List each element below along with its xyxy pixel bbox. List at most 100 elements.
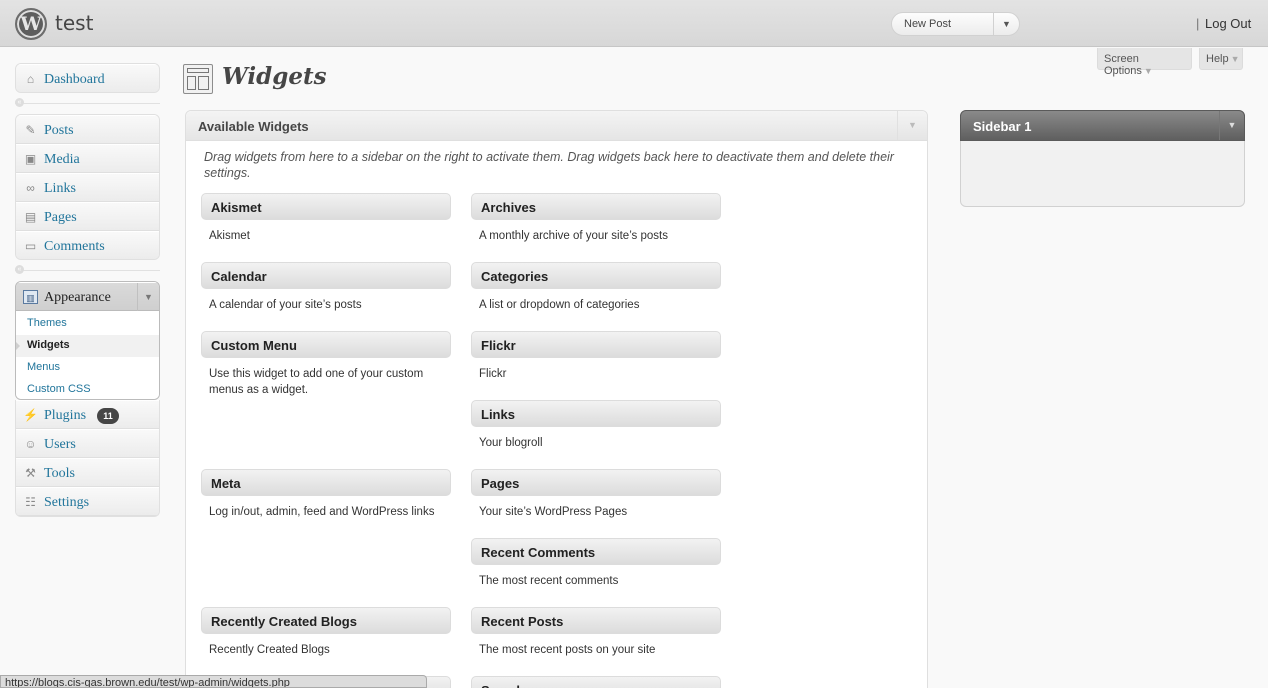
widget-title[interactable]: Calendar [201, 262, 451, 289]
widget-archives[interactable]: Archives A monthly archive of your site’… [471, 193, 721, 244]
menu-item-comments[interactable]: ▭ Comments [16, 231, 159, 259]
arrow-down-icon[interactable]: ▼ [137, 283, 159, 311]
sidebar-1-header[interactable]: Sidebar 1 ▼ [960, 110, 1245, 141]
menu-item-label: Plugins [44, 408, 87, 423]
menu-item-settings[interactable]: ☷ Settings [16, 487, 159, 516]
widget-recent-comments[interactable]: Recent Comments The most recent comments [471, 538, 721, 589]
widget-description: Your blogroll [479, 437, 543, 449]
menu-item-links[interactable]: ∞ Links [16, 173, 159, 202]
widget-flickr[interactable]: Flickr Flickr [471, 331, 721, 382]
plug-icon: ⚡ [23, 408, 38, 422]
menu-item-label: Appearance [44, 290, 111, 305]
tools-icon: ⚒ [25, 466, 36, 480]
submenu-item-themes[interactable]: Themes [16, 313, 159, 335]
submenu-item-menus[interactable]: Menus [16, 357, 159, 379]
appearance-icon: ▥ [23, 290, 38, 304]
submenu-item-custom-css[interactable]: Custom CSS [16, 379, 159, 399]
page-title: Widgets [222, 63, 327, 90]
link-icon: ∞ [26, 181, 35, 195]
widget-description: A list or dropdown of categories [479, 299, 640, 311]
widget-description: Akismet [209, 230, 250, 242]
widget-description: Use this widget to add one of your custo… [209, 368, 424, 396]
favorite-actions-dropdown[interactable]: New Post ▼ [891, 12, 1020, 36]
menu-group-content: ✎ Posts ▣ Media ∞ Links ▤ Pages ▭ Commen… [15, 114, 160, 260]
widget-description: Recently Created Blogs [209, 644, 330, 656]
media-icon: ▣ [24, 152, 37, 166]
available-widgets-panel: Available Widgets ▼ Drag widgets from he… [185, 110, 928, 688]
menu-item-appearance[interactable]: ▥ Appearance ▼ [16, 282, 159, 311]
widget-title[interactable]: Custom Menu [201, 331, 451, 358]
site-title[interactable]: test [55, 11, 93, 35]
collapse-arrow-icon[interactable]: « [15, 265, 24, 274]
menu-item-label: Settings [44, 495, 90, 510]
widget-custom-menu[interactable]: Custom Menu Use this widget to add one o… [201, 331, 451, 398]
arrow-down-icon: ▼ [1143, 66, 1153, 76]
widget-title[interactable]: Flickr [471, 331, 721, 358]
pages-icon: ▤ [24, 210, 37, 224]
settings-icon: ☷ [25, 495, 36, 509]
menu-item-label: Tools [44, 466, 75, 481]
menu-item-label: Links [44, 181, 76, 196]
widget-description: Your site’s WordPress Pages [479, 506, 628, 518]
sidebar-1-dropzone[interactable]: Sidebar 1 ▼ [960, 110, 1245, 207]
menu-group-dashboard: ⌂ Dashboard [15, 63, 160, 93]
widget-title[interactable]: Links [471, 400, 721, 427]
widget-title[interactable]: Recent Comments [471, 538, 721, 565]
widget-akismet[interactable]: Akismet Akismet [201, 193, 451, 244]
menu-item-plugins[interactable]: ⚡ Plugins 11 [16, 400, 159, 429]
widget-title[interactable]: Search [471, 676, 721, 688]
menu-item-posts[interactable]: ✎ Posts [16, 115, 159, 144]
widget-title[interactable]: Pages [471, 469, 721, 496]
widget-description: The most recent posts on your site [479, 644, 656, 656]
collapse-arrow-icon[interactable]: « [15, 98, 24, 107]
menu-item-users[interactable]: ☺ Users [16, 429, 159, 458]
widget-categories[interactable]: Categories A list or dropdown of categor… [471, 262, 721, 313]
widget-description: A monthly archive of your site’s posts [479, 230, 668, 242]
arrow-down-icon: ▼ [1230, 54, 1240, 64]
widget-meta[interactable]: Meta Log in/out, admin, feed and WordPre… [201, 469, 451, 520]
widget-title[interactable]: Archives [471, 193, 721, 220]
widget-search[interactable]: Search [471, 676, 721, 688]
widget-links[interactable]: Links Your blogroll [471, 400, 721, 451]
menu-item-label: Posts [44, 123, 74, 138]
widget-description: Flickr [479, 368, 507, 380]
wordpress-logo-icon[interactable]: W [15, 8, 47, 40]
widget-recent-posts[interactable]: Recent Posts The most recent posts on yo… [471, 607, 721, 658]
widget-pages[interactable]: Pages Your site’s WordPress Pages [471, 469, 721, 520]
logout-separator: | [1196, 16, 1200, 31]
widget-title[interactable]: Meta [201, 469, 451, 496]
help-tab[interactable]: Help ▼ [1199, 48, 1243, 70]
menu-group-appearance: ▥ Appearance ▼ Themes Widgets Menus Cust… [15, 281, 160, 400]
widget-recently-created-blogs[interactable]: Recently Created Blogs Recently Created … [201, 607, 451, 658]
menu-item-label: Media [44, 152, 80, 167]
arrow-down-icon[interactable]: ▼ [1219, 111, 1244, 140]
menu-item-dashboard[interactable]: ⌂ Dashboard [16, 64, 159, 92]
submenu-item-widgets[interactable]: Widgets [16, 335, 159, 357]
widget-title[interactable]: Categories [471, 262, 721, 289]
screen-options-label: Screen Options [1104, 53, 1142, 77]
arrow-down-icon[interactable]: ▼ [897, 111, 927, 140]
available-widgets-description: Drag widgets from here to a sidebar on t… [204, 150, 894, 180]
widget-title[interactable]: Recently Created Blogs [201, 607, 451, 634]
logout-link[interactable]: Log Out [1205, 16, 1251, 31]
widget-title[interactable]: Recent Posts [471, 607, 721, 634]
menu-separator: « [15, 98, 160, 107]
appearance-submenu: Themes Widgets Menus Custom CSS [16, 311, 159, 399]
widget-calendar[interactable]: Calendar A calendar of your site’s posts [201, 262, 451, 313]
menu-group-admin: ⚡ Plugins 11 ☺ Users ⚒ Tools ☷ Settings [15, 400, 160, 517]
widgets-page-icon [183, 64, 213, 94]
widget-title[interactable]: Akismet [201, 193, 451, 220]
menu-item-label: Dashboard [44, 72, 105, 87]
screen-options-tab[interactable]: Screen Options ▼ [1097, 48, 1192, 77]
home-icon: ⌂ [26, 72, 35, 86]
menu-item-pages[interactable]: ▤ Pages [16, 202, 159, 231]
menu-item-media[interactable]: ▣ Media [16, 144, 159, 173]
widget-description: Log in/out, admin, feed and WordPress li… [209, 506, 435, 518]
menu-item-tools[interactable]: ⚒ Tools [16, 458, 159, 487]
widget-description: A calendar of your site’s posts [209, 299, 362, 311]
arrow-down-icon[interactable]: ▼ [993, 13, 1019, 35]
new-post-link[interactable]: New Post [904, 18, 951, 30]
available-widgets-title: Available Widgets [198, 119, 309, 134]
browser-status-bar: https://blogs.cis-gas.brown.edu/test/wp-… [0, 675, 427, 688]
available-widgets-header[interactable]: Available Widgets ▼ [186, 111, 927, 141]
